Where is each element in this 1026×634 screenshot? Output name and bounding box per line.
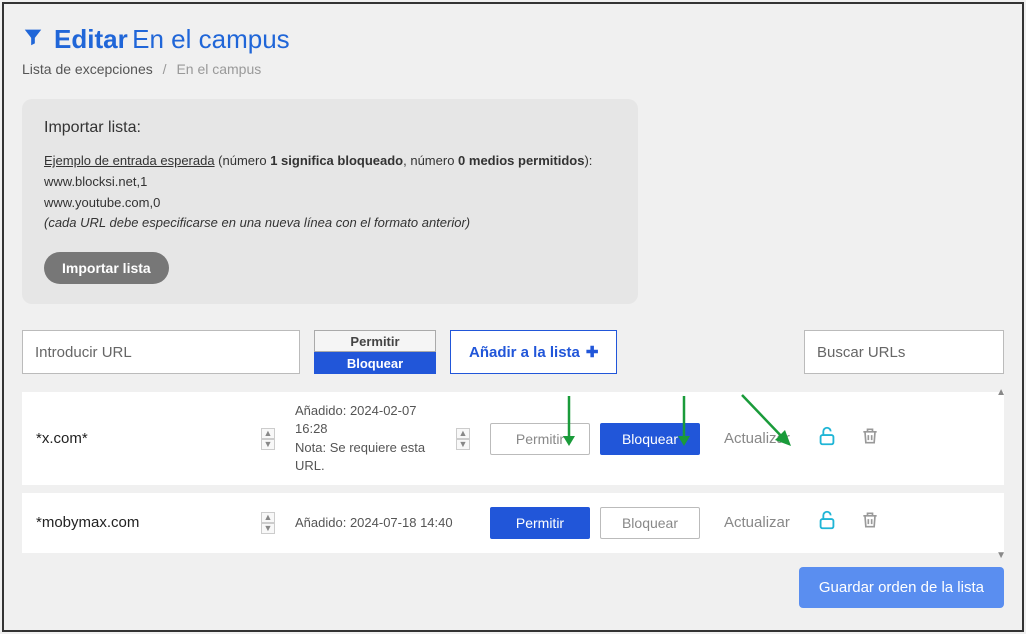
import-example-line2: www.youtube.com,0	[44, 195, 160, 210]
order-stepper[interactable]: ▲ ▼	[261, 512, 275, 534]
import-body: Ejemplo de entrada esperada (número 1 si…	[44, 151, 616, 234]
row-update-link[interactable]: Actualizar	[724, 514, 790, 531]
row-allow-button[interactable]: Permitir	[490, 507, 590, 539]
row-allow-button[interactable]: Permitir	[490, 423, 590, 455]
unlock-icon[interactable]	[816, 425, 838, 452]
save-order-button[interactable]: Guardar orden de la lista	[799, 567, 1004, 608]
block-toggle[interactable]: Bloquear	[314, 352, 436, 374]
title-name: En el campus	[132, 24, 290, 54]
row-url: *x.com*	[36, 430, 261, 447]
stepper-up-icon[interactable]: ▲	[261, 428, 275, 439]
controls-row: Permitir Bloquear Añadir a la lista ✚	[22, 330, 1004, 374]
scroll-down-icon[interactable]: ▼	[996, 550, 1006, 561]
order-stepper[interactable]: ▲ ▼	[261, 428, 275, 450]
scroll-up-icon[interactable]: ▲	[996, 387, 1006, 398]
page-title: Editar En el campus	[54, 24, 290, 55]
search-input[interactable]	[804, 330, 1004, 374]
table-row: *x.com* ▲ ▼ Añadido: 2024-02-07 16:28 No…	[22, 392, 1004, 485]
import-example-label: Ejemplo de entrada esperada	[44, 153, 215, 168]
import-example-line1: www.blocksi.net,1	[44, 174, 147, 189]
import-card: Importar lista: Ejemplo de entrada esper…	[22, 99, 638, 304]
url-list: ▲ *x.com* ▲ ▼ Añadido: 2024-02-07 16:28 …	[22, 392, 1004, 553]
import-title: Importar lista:	[44, 119, 616, 137]
stepper-down-icon[interactable]: ▼	[456, 439, 470, 450]
title-edit: Editar	[54, 24, 128, 54]
table-row: *mobymax.com ▲ ▼ Añadido: 2024-07-18 14:…	[22, 493, 1004, 553]
row-meta: Añadido: 2024-07-18 14:40	[295, 514, 490, 532]
filter-icon	[22, 26, 44, 53]
allow-toggle[interactable]: Permitir	[314, 330, 436, 352]
breadcrumb-current: En el campus	[176, 61, 261, 77]
import-button[interactable]: Importar lista	[44, 252, 169, 284]
add-to-list-button[interactable]: Añadir a la lista ✚	[450, 330, 617, 374]
trash-icon[interactable]	[860, 510, 880, 535]
row-block-button[interactable]: Bloquear	[600, 423, 700, 455]
stepper-up-icon[interactable]: ▲	[456, 428, 470, 439]
row-update-link[interactable]: Actualizar	[724, 430, 790, 447]
row-block-button[interactable]: Bloquear	[600, 507, 700, 539]
breadcrumb-link[interactable]: Lista de excepciones	[22, 61, 153, 77]
page-header: Editar En el campus	[22, 24, 1004, 55]
row-meta: Añadido: 2024-02-07 16:28 Nota: Se requi…	[295, 402, 490, 475]
plus-icon: ✚	[586, 343, 599, 361]
add-to-list-label: Añadir a la lista	[469, 344, 580, 361]
unlock-icon[interactable]	[816, 509, 838, 536]
row-url: *mobymax.com	[36, 514, 261, 531]
allow-block-toggle: Permitir Bloquear	[314, 330, 436, 374]
trash-icon[interactable]	[860, 426, 880, 451]
stepper-down-icon[interactable]: ▼	[261, 523, 275, 534]
stepper-down-icon[interactable]: ▼	[261, 439, 275, 450]
breadcrumb-sep: /	[163, 61, 167, 77]
meta-stepper[interactable]: ▲ ▼	[456, 428, 470, 450]
breadcrumb: Lista de excepciones / En el campus	[22, 61, 1004, 77]
import-note: (cada URL debe especificarse en una nuev…	[44, 215, 470, 230]
url-input[interactable]	[22, 330, 300, 374]
stepper-up-icon[interactable]: ▲	[261, 512, 275, 523]
